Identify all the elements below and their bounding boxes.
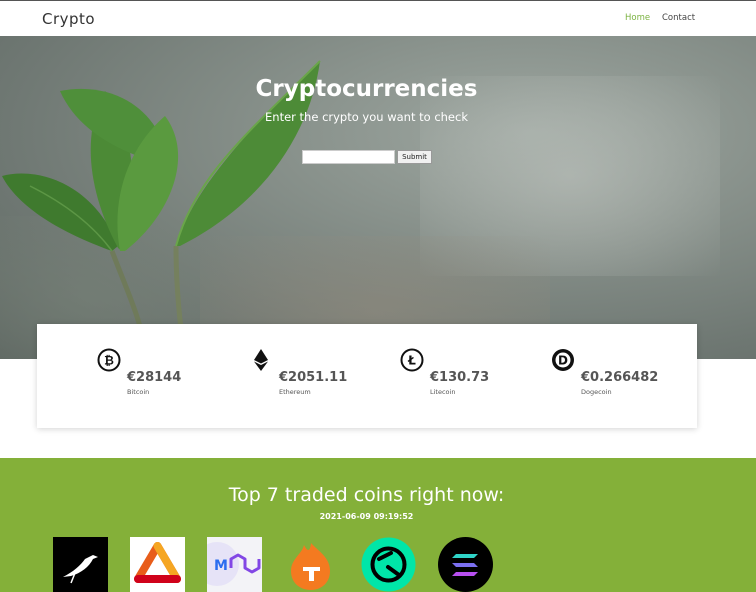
navbar: Crypto Home Contact xyxy=(0,0,756,36)
coin-litecoin: Ł €130.73 Litecoin xyxy=(400,324,550,428)
polygon-icon[interactable]: M xyxy=(207,537,262,592)
nav-contact-link[interactable]: Contact xyxy=(662,13,695,23)
coin-name: Bitcoin xyxy=(127,388,150,396)
section-title: Top 7 traded coins right now: xyxy=(228,484,505,506)
submit-button[interactable]: Submit xyxy=(397,150,432,164)
hero-section: Cryptocurrencies Enter the crypto you wa… xyxy=(0,36,756,359)
coin-price: €28144 xyxy=(127,370,182,385)
price-card: ₿ €28144 Bitcoin €2051.11 Ethereum Ł €13… xyxy=(37,324,697,428)
svg-text:M: M xyxy=(214,558,228,574)
coin-name: Ethereum xyxy=(279,388,311,396)
top-traded-section: Top 7 traded coins right now: 2021-06-09… xyxy=(0,458,756,592)
teal-coin-icon[interactable] xyxy=(361,537,416,592)
dogecoin-icon: D xyxy=(552,349,574,371)
coin-name: Litecoin xyxy=(430,388,456,396)
svg-text:D: D xyxy=(558,354,568,368)
crypto-search-input[interactable] xyxy=(302,150,395,164)
bitcoin-icon: ₿ xyxy=(97,348,121,372)
raven-bird-icon[interactable] xyxy=(53,537,108,592)
litecoin-icon: Ł xyxy=(400,348,424,372)
svg-text:₿: ₿ xyxy=(104,354,114,368)
nav-home-link[interactable]: Home xyxy=(625,13,650,23)
orange-triangle-icon[interactable] xyxy=(130,537,185,592)
flame-icon[interactable] xyxy=(284,537,339,592)
page-title: Cryptocurrencies xyxy=(255,76,478,102)
coin-price: €0.266482 xyxy=(581,370,659,385)
page-subtitle: Enter the crypto you want to check xyxy=(265,110,468,124)
coin-bitcoin: ₿ €28144 Bitcoin xyxy=(97,324,247,428)
ethereum-icon xyxy=(254,349,268,371)
timestamp: 2021-06-09 09:19:52 xyxy=(319,512,414,521)
coin-price: €2051.11 xyxy=(279,370,348,385)
coin-ethereum: €2051.11 Ethereum xyxy=(249,324,399,428)
coin-name: Dogecoin xyxy=(581,388,612,396)
svg-text:Ł: Ł xyxy=(407,354,416,368)
solana-icon[interactable] xyxy=(438,537,493,592)
coin-dogecoin: D €0.266482 Dogecoin xyxy=(551,324,701,428)
coin-price: €130.73 xyxy=(430,370,490,385)
brand-logo[interactable]: Crypto xyxy=(42,10,95,28)
